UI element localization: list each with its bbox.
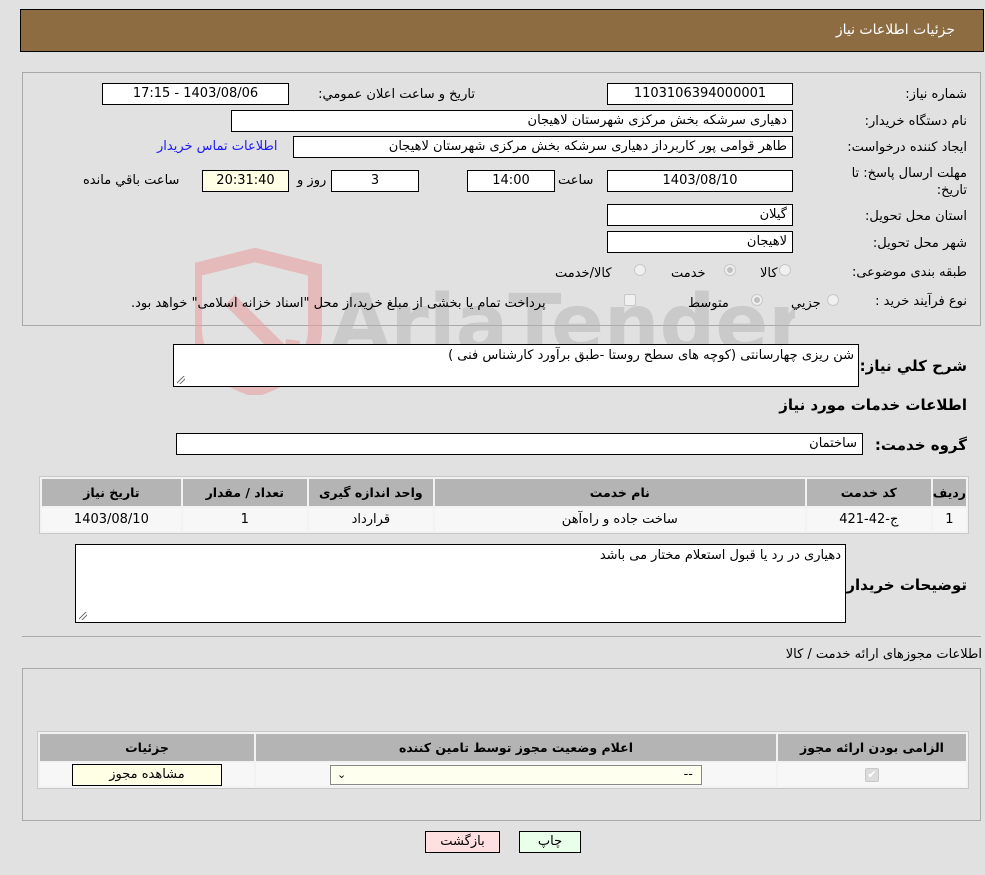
resize-grip-icon[interactable] xyxy=(177,376,185,384)
category-label: طبقه بندی موضوعی: xyxy=(851,265,967,280)
deadline-time-field: 14:00 xyxy=(467,170,555,192)
treasury-checkbox[interactable] xyxy=(624,294,636,306)
print-button[interactable]: چاپ xyxy=(519,831,581,853)
cell-service-name: ساخت جاده و راه‌آهن xyxy=(434,508,805,531)
buyer-notes-textarea[interactable]: دهیاری در رد یا قبول استعلام مختار می با… xyxy=(75,544,846,623)
col-license-details: جزئیات xyxy=(40,734,254,761)
buyer-contact-link[interactable]: اطلاعات تماس خریدار xyxy=(157,139,277,154)
description-text: شن ریزی چهارسانتی (کوچه های سطح روستا -ط… xyxy=(448,348,854,363)
deadline-label: مهلت ارسال پاسخ: تا تاریخ: xyxy=(852,165,967,199)
description-label: شرح كلي نياز: xyxy=(859,357,967,375)
col-license-required: الزامی بودن ارائه مجوز xyxy=(778,734,966,761)
requester-label: ایجاد کننده درخواست: xyxy=(847,140,967,155)
table-row: 1 ج-42-421 ساخت جاده و راه‌آهن قرارداد 1… xyxy=(42,508,966,531)
category-radio-service[interactable] xyxy=(724,264,736,276)
category-option-goods: کالا xyxy=(760,266,778,281)
province-label: استان محل تحویل: xyxy=(865,209,967,224)
buyer-notes-label: توضیحات خریدار: xyxy=(840,576,967,594)
chevron-down-icon: ⌄ xyxy=(337,767,347,781)
page-header: جزئیات اطلاعات نیاز xyxy=(20,9,984,52)
service-group-label: گروه خدمت: xyxy=(874,436,967,454)
col-unit: واحد اندازه گیری xyxy=(308,479,433,506)
services-table: ردیف کد خدمت نام خدمت واحد اندازه گیری ت… xyxy=(39,476,969,534)
category-option-goods-service: کالا/خدمت xyxy=(555,266,612,281)
col-row-number: ردیف xyxy=(932,479,966,506)
license-status-select[interactable]: -- ⌄ xyxy=(330,764,702,785)
service-group-field: ساختمان xyxy=(176,433,863,455)
deadline-label-line1: مهلت ارسال پاسخ: تا xyxy=(851,166,967,181)
col-quantity: تعداد / مقدار xyxy=(182,479,307,506)
requester-field: طاهر قوامی پور کاربرداز دهیاری سرشکه بخش… xyxy=(293,136,793,158)
category-radio-goods-service[interactable] xyxy=(634,264,646,276)
city-field: لاهیجان xyxy=(607,231,793,253)
need-number-label: شماره نیاز: xyxy=(905,87,967,102)
province-field: گیلان xyxy=(607,204,793,226)
process-radio-medium[interactable] xyxy=(751,294,763,306)
need-number-field: 1103106394000001 xyxy=(607,83,793,105)
table-row: ✔ -- ⌄ مشاهده مجوز xyxy=(40,763,966,786)
announce-datetime-field: 1403/08/06 - 17:15 xyxy=(102,83,289,105)
col-service-code: کد خدمت xyxy=(806,479,931,506)
license-status-value: -- xyxy=(683,766,693,782)
cell-license-status: -- ⌄ xyxy=(256,763,776,786)
license-required-checkbox[interactable]: ✔ xyxy=(865,767,879,782)
col-service-name: نام خدمت xyxy=(434,479,805,506)
deadline-label-line2: تاریخ: xyxy=(936,183,967,198)
cell-unit: قرارداد xyxy=(308,508,433,531)
back-button[interactable]: بازگشت xyxy=(425,831,500,853)
col-need-date: تاریخ نیاز xyxy=(42,479,181,506)
services-section-title: اطلاعات خدمات مورد نیاز xyxy=(779,396,967,414)
buyer-org-field: دهیاری سرشکه بخش مرکزی شهرستان لاهیجان xyxy=(231,110,793,132)
process-option-medium: متوسط xyxy=(688,296,729,311)
remaining-label: ساعت باقي مانده xyxy=(83,173,180,188)
cell-service-code: ج-42-421 xyxy=(806,508,931,531)
cell-license-required: ✔ xyxy=(778,763,966,786)
city-label: شهر محل تحویل: xyxy=(872,236,967,251)
resize-grip-icon[interactable] xyxy=(79,612,87,620)
buyer-org-label: نام دستگاه خریدار: xyxy=(864,114,967,129)
remaining-days-field: 3 xyxy=(331,170,419,192)
cell-quantity: 1 xyxy=(182,508,307,531)
view-license-button[interactable]: مشاهده مجوز xyxy=(72,763,222,786)
category-option-service: خدمت xyxy=(671,266,706,281)
cell-row-number: 1 xyxy=(932,508,966,531)
announce-datetime-label: تاريخ و ساعت اعلان عمومي: xyxy=(318,87,475,102)
section-divider xyxy=(22,636,981,637)
process-radio-minor[interactable] xyxy=(827,294,839,306)
purchase-process-label: نوع فرآیند خرید : xyxy=(875,294,967,309)
process-option-minor: جزيي xyxy=(791,296,821,311)
treasury-note: پرداخت تمام یا بخشی از مبلغ خرید،از محل … xyxy=(131,296,546,311)
page-title: جزئیات اطلاعات نیاز xyxy=(835,22,955,38)
description-textarea[interactable]: شن ریزی چهارسانتی (کوچه های سطح روستا -ط… xyxy=(173,344,859,387)
col-license-status: اعلام وضعیت مجوز توسط تامین کننده xyxy=(256,734,776,761)
days-label: روز و xyxy=(297,173,327,188)
licenses-table-header: الزامی بودن ارائه مجوز اعلام وضعیت مجوز … xyxy=(40,734,966,761)
deadline-date-field: 1403/08/10 xyxy=(607,170,793,192)
category-radio-goods[interactable] xyxy=(779,264,791,276)
services-table-header: ردیف کد خدمت نام خدمت واحد اندازه گیری ت… xyxy=(42,479,966,506)
licenses-section-title: اطلاعات مجوزهای ارائه خدمت / کالا xyxy=(785,647,982,662)
cell-need-date: 1403/08/10 xyxy=(42,508,181,531)
cell-license-details: مشاهده مجوز xyxy=(40,763,254,786)
deadline-time-label: ساعت xyxy=(558,173,594,188)
licenses-table: الزامی بودن ارائه مجوز اعلام وضعیت مجوز … xyxy=(37,731,969,789)
buyer-notes-text: دهیاری در رد یا قبول استعلام مختار می با… xyxy=(599,548,841,563)
remaining-time-field: 20:31:40 xyxy=(202,170,289,192)
